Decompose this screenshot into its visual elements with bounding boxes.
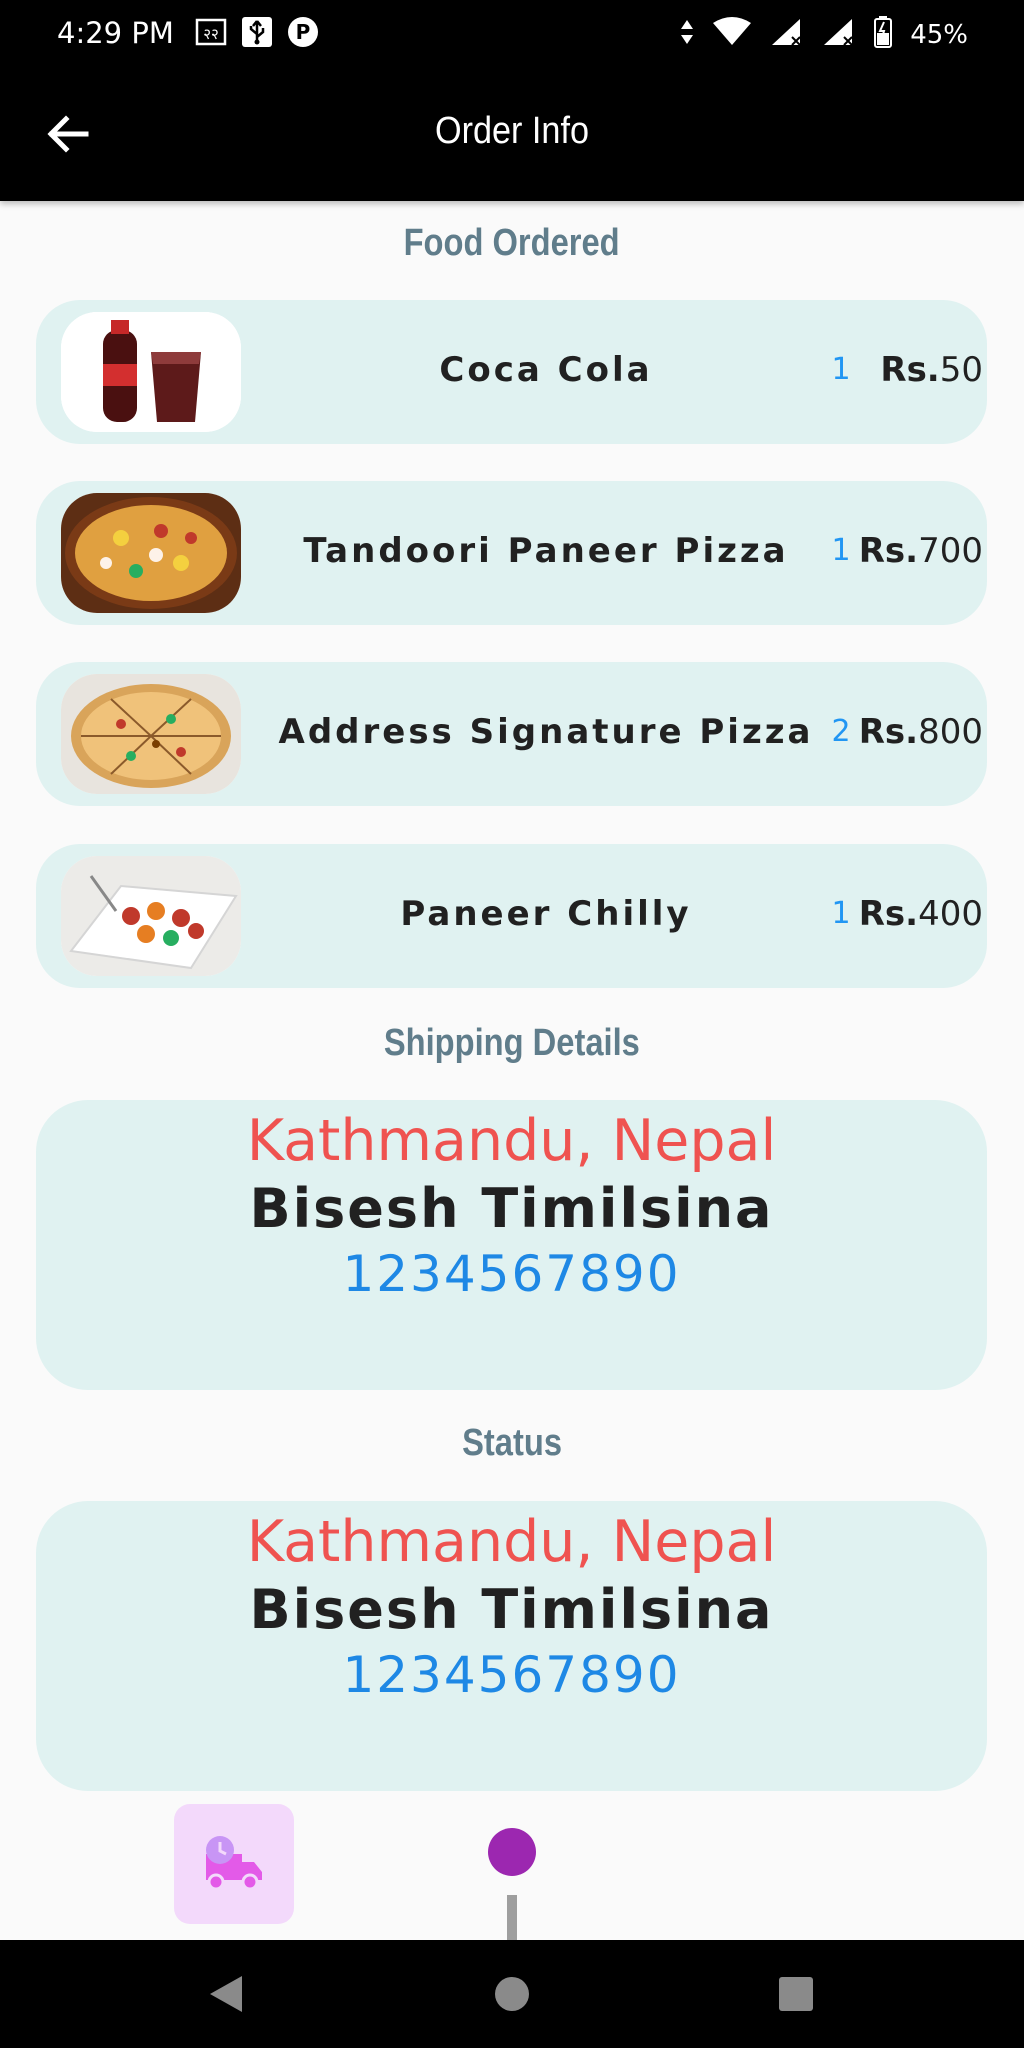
price-value: 800 <box>918 712 983 752</box>
currency-label: Rs. <box>880 350 940 390</box>
data-saver-icon: २२ <box>195 16 227 48</box>
status-icons-left: २२ P <box>195 16 319 48</box>
paneer-chilly-image <box>61 856 241 976</box>
parking-icon: P <box>287 16 319 48</box>
signal-no-data-icon <box>822 17 856 52</box>
shipping-phone[interactable]: 1234567890 <box>36 1242 987 1306</box>
nav-recents-button[interactable] <box>764 1962 828 2026</box>
status-heading: Status <box>462 1422 562 1464</box>
currency-label: Rs. <box>858 712 919 752</box>
food-item-qty: 1 <box>831 352 851 387</box>
shipping-details-heading: Shipping Details <box>383 1022 641 1064</box>
delivery-truck-clock-icon <box>206 1836 262 1891</box>
status-icons-right: 45% <box>680 16 968 53</box>
coca-cola-image <box>61 312 241 432</box>
nav-home-button[interactable] <box>480 1962 544 2026</box>
shipping-details-card: Kathmandu, Nepal Bisesh Timilsina 123456… <box>36 1100 987 1390</box>
food-item-card[interactable]: Address Signature Pizza 2 Rs.800 <box>36 662 987 806</box>
signature-pizza-image <box>61 674 241 794</box>
system-nav-bar <box>0 1940 1024 2048</box>
nav-back-icon <box>210 1976 242 2012</box>
nav-back-button[interactable] <box>194 1962 258 2026</box>
food-item-price: Rs.50 <box>880 350 983 390</box>
timeline-connector <box>507 1895 517 1940</box>
app-bar: Order Info <box>0 66 1024 201</box>
svg-text:२२: २२ <box>203 25 219 43</box>
food-item-price: Rs.400 <box>859 894 983 934</box>
currency-label: Rs. <box>858 531 919 571</box>
battery-icon <box>874 16 893 53</box>
currency-label: Rs. <box>858 894 919 934</box>
usb-icon <box>241 16 273 48</box>
status-time: 4:29 PM <box>57 16 174 50</box>
status-name: Bisesh Timilsina <box>249 1578 774 1641</box>
status-city: Kathmandu, Nepal <box>246 1509 777 1575</box>
battery-percent: 45% <box>910 19 968 50</box>
timeline-step-box <box>174 1804 294 1924</box>
page-title: Order Info <box>435 110 589 152</box>
food-item-card[interactable]: Paneer Chilly 1 Rs.400 <box>36 844 987 988</box>
nav-recents-icon <box>779 1977 813 2011</box>
wifi-icon <box>712 17 752 52</box>
status-card: Kathmandu, Nepal Bisesh Timilsina 123456… <box>36 1501 987 1791</box>
status-phone[interactable]: 1234567890 <box>36 1643 987 1707</box>
price-value: 50 <box>939 350 983 390</box>
shipping-name: Bisesh Timilsina <box>249 1177 774 1240</box>
food-ordered-heading: Food Ordered <box>403 222 621 264</box>
shipping-city: Kathmandu, Nepal <box>246 1108 777 1174</box>
price-value: 400 <box>918 894 983 934</box>
timeline-dot <box>488 1828 536 1876</box>
data-arrows-icon <box>680 18 694 51</box>
status-bar: 4:29 PM २२ P 45% <box>0 0 1024 66</box>
food-item-card[interactable]: Tandoori Paneer Pizza 1 Rs.700 <box>36 481 987 625</box>
nav-home-icon <box>495 1977 529 2011</box>
signal-icon <box>770 17 804 52</box>
tandoori-pizza-image <box>61 493 241 613</box>
food-item-name: Coca Cola <box>439 350 653 390</box>
food-item-price: Rs.800 <box>859 712 983 752</box>
food-item-card[interactable]: Coca Cola 1 Rs.50 <box>36 300 987 444</box>
food-item-price: Rs.700 <box>859 531 983 571</box>
svg-text:P: P <box>296 20 311 44</box>
food-item-name: Address Signature Pizza <box>278 712 814 752</box>
food-item-name: Tandoori Paneer Pizza <box>303 531 789 571</box>
price-value: 700 <box>918 531 983 571</box>
food-item-name: Paneer Chilly <box>400 894 692 934</box>
